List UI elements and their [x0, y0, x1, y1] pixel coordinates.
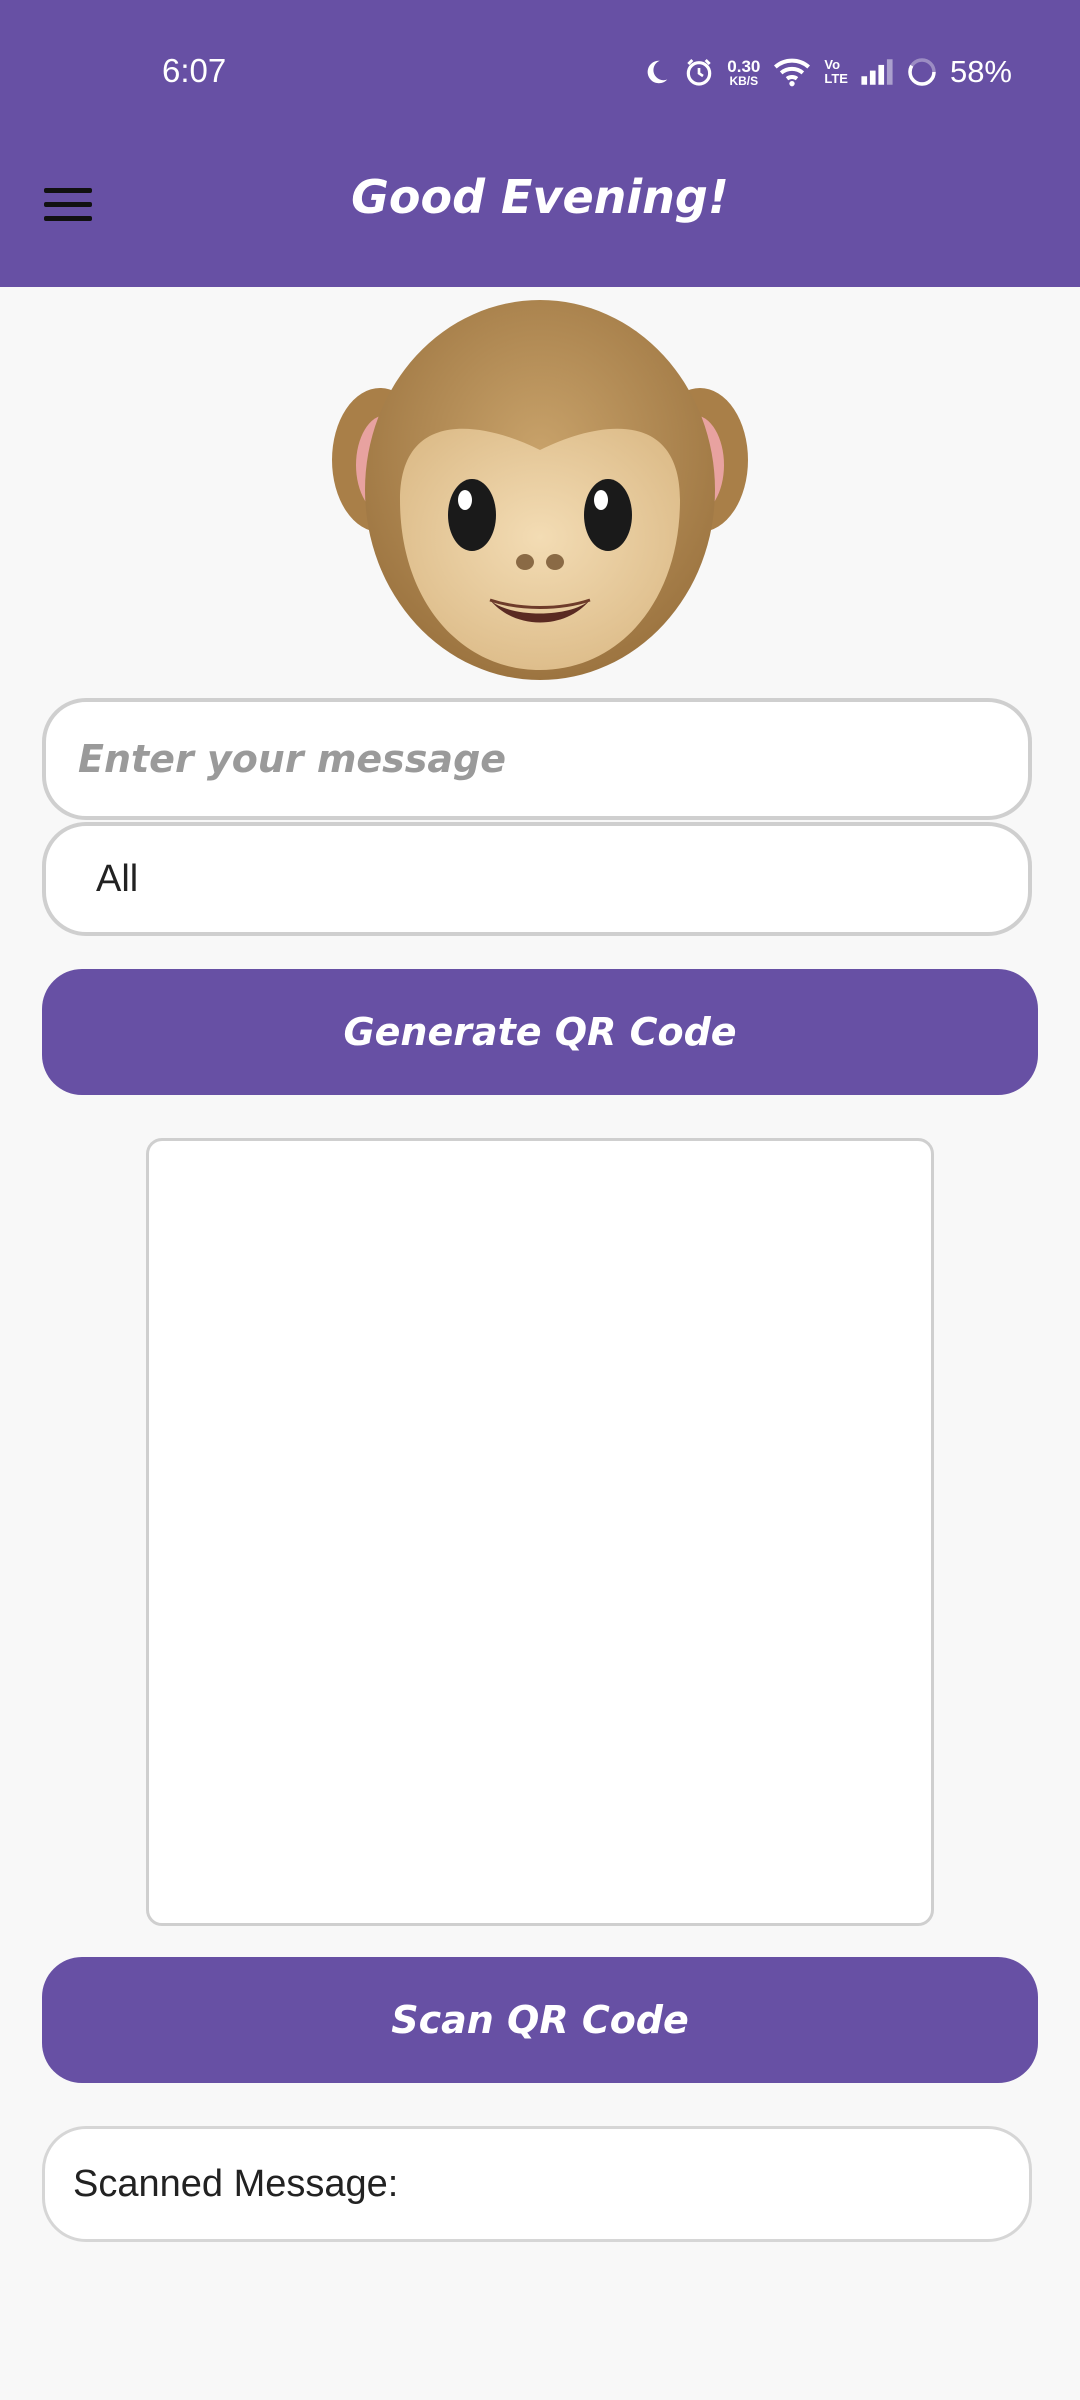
volte-indicator: Vo LTE	[824, 58, 848, 85]
message-input[interactable]	[76, 736, 998, 782]
status-bar: 6:07 0.30 KB/S Vo LTE 58%	[0, 0, 1080, 145]
battery-ring-icon	[908, 58, 936, 86]
wifi-icon	[774, 58, 811, 87]
monkey-face-icon	[332, 300, 748, 680]
status-icons: 0.30 KB/S Vo LTE 58%	[641, 50, 1012, 94]
message-input-field[interactable]	[42, 698, 1032, 820]
battery-percent: 58%	[949, 54, 1012, 89]
network-speed-unit: KB/S	[729, 73, 759, 88]
volte-line2: LTE	[824, 71, 848, 86]
scanned-message-label: Scanned Message:	[73, 2162, 399, 2205]
app-bar: 6:07 0.30 KB/S Vo LTE 58% Good Evening!	[0, 0, 1080, 287]
moon-icon	[647, 60, 668, 84]
generate-qr-button-label: Generate QR Code	[343, 1010, 737, 1054]
recipient-select-value: All	[96, 857, 139, 900]
network-speed-value: 0.30	[727, 56, 761, 76]
scan-qr-button-label: Scan QR Code	[391, 1998, 689, 2042]
signal-icon	[861, 59, 893, 85]
scanned-message-box: Scanned Message:	[42, 2126, 1032, 2242]
scan-qr-button[interactable]: Scan QR Code	[42, 1957, 1038, 2083]
page-title: Good Evening!	[351, 170, 729, 224]
status-time: 6:07	[162, 52, 227, 89]
network-speed: 0.30 KB/S	[727, 58, 760, 87]
alarm-icon	[686, 58, 712, 86]
generate-qr-button[interactable]: Generate QR Code	[42, 969, 1038, 1095]
qr-code-display	[146, 1138, 934, 1926]
recipient-select[interactable]: All	[42, 822, 1032, 936]
volte-line1: Vo	[824, 57, 841, 73]
